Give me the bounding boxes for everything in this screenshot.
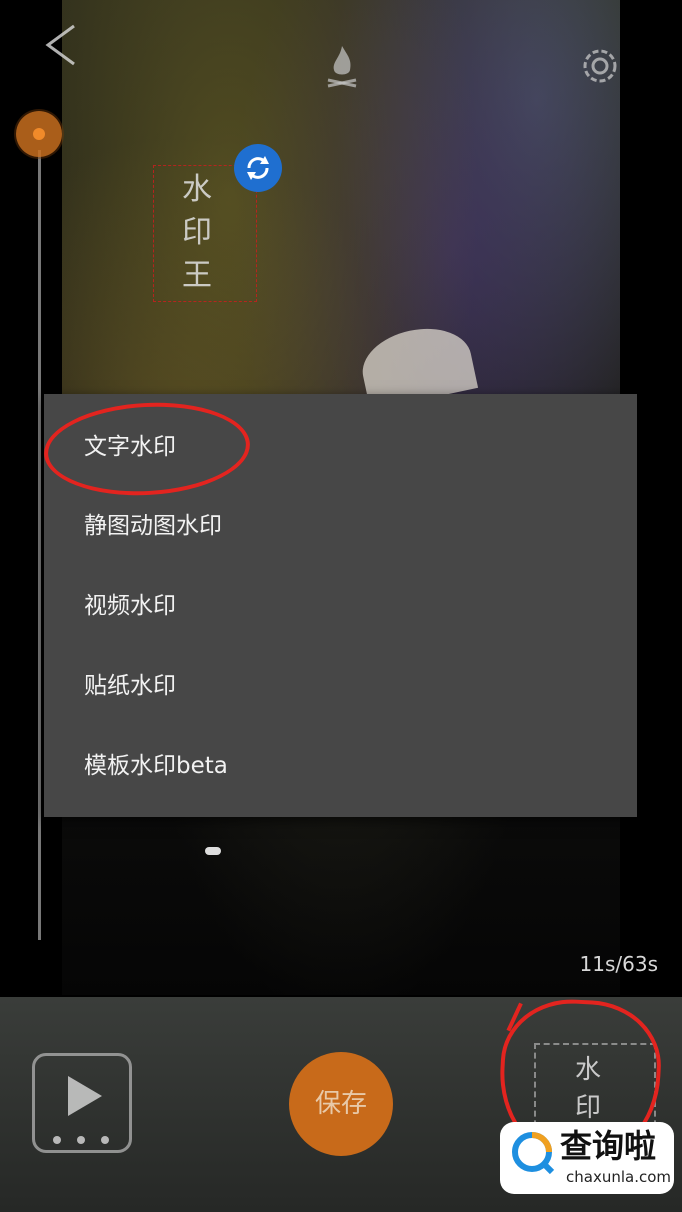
menu-item-template-watermark[interactable]: 模板水印beta (44, 726, 637, 806)
menu-item-video-watermark[interactable]: 视频水印 (44, 566, 637, 646)
dot-icon (53, 1136, 61, 1144)
gear-icon (583, 49, 617, 83)
play-icon (68, 1076, 102, 1116)
play-button[interactable] (32, 1053, 132, 1153)
rotate-icon (247, 156, 269, 180)
watermark-text[interactable]: 水 印 王 (172, 168, 222, 297)
dot-icon (77, 1136, 85, 1144)
save-button[interactable]: 保存 (289, 1052, 393, 1156)
chevron-left-icon (45, 24, 75, 66)
menu-item-sticker-watermark[interactable]: 贴纸水印 (44, 646, 637, 726)
watermark-char: 王 (182, 258, 212, 293)
time-display: 11s/63s (579, 952, 658, 976)
video-speck (205, 847, 221, 855)
rotate-button[interactable] (234, 144, 282, 192)
timeline-track[interactable] (38, 150, 41, 940)
app-screen: 水 印 王 文字水印 静图动图水印 视频水印 贴纸水印 模板水印beta 11s… (0, 0, 682, 1212)
settings-button[interactable] (578, 44, 622, 88)
logo-text-cn: 查询啦 (560, 1127, 657, 1165)
back-button[interactable] (40, 20, 86, 70)
site-logo: 查询啦 chaxunla.com (500, 1122, 674, 1194)
timeline-handle[interactable] (16, 111, 62, 157)
menu-item-image-gif-watermark[interactable]: 静图动图水印 (44, 486, 637, 566)
watermark-char: 水 (182, 172, 212, 207)
dot-icon (101, 1136, 109, 1144)
campfire-icon (322, 42, 362, 88)
watermark-char: 印 (182, 215, 212, 250)
logo-text-en: chaxunla.com (566, 1168, 671, 1186)
magnifier-logo-icon (512, 1132, 555, 1175)
